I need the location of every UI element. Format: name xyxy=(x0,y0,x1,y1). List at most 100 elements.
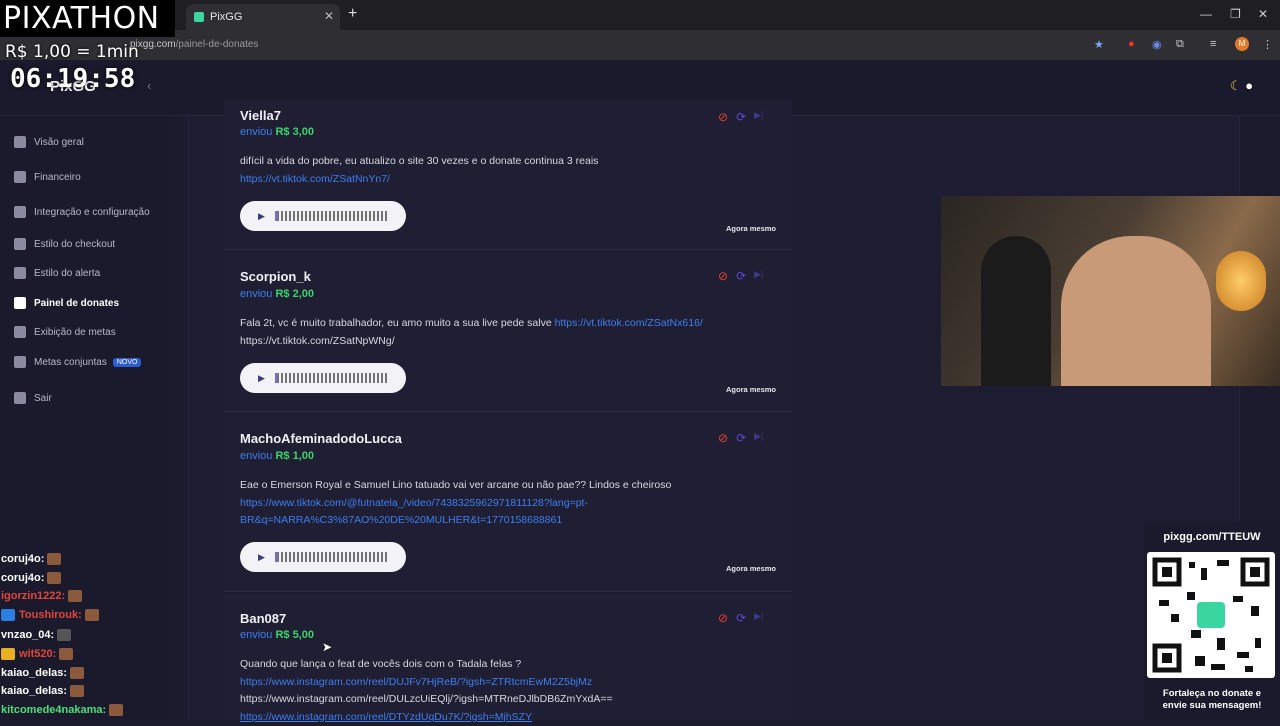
new-tab-icon[interactable]: + xyxy=(348,5,357,23)
theme-toggle-icon[interactable]: ☾ ● xyxy=(1230,78,1253,94)
sliders-icon xyxy=(14,206,26,218)
rocket-icon xyxy=(14,356,26,368)
extension-audio-icon[interactable]: ◉ xyxy=(1152,38,1162,51)
sidebar-item-estilo-checkout[interactable]: Estilo do checkout xyxy=(14,238,115,250)
donation-amount-line: enviou R$ 3,00 xyxy=(240,126,315,138)
emote-icon xyxy=(59,648,74,661)
donation-card: Viella7 ⊘ ⟳ ▶| enviou R$ 3,00 difícil a vi… xyxy=(224,100,792,250)
donation-card: Scorpion_k ⊘ ⟳ ▶| enviou R$ 2,00 Fala 2t, … xyxy=(224,251,792,412)
palette-icon xyxy=(14,238,26,250)
donation-message: Quando que lança o feat de vocês dois co… xyxy=(240,658,613,723)
block-icon[interactable]: ⊘ xyxy=(718,431,728,445)
message-link[interactable]: https://vt.tiktok.com/ZSatNnYn7/ xyxy=(240,173,390,185)
mouse-cursor-icon: ➤ xyxy=(322,640,333,654)
message-link[interactable]: https://www.instagram.com/reel/DTYzdUqDu… xyxy=(240,711,532,723)
donation-amount: R$ 3,00 xyxy=(275,126,315,138)
extension-record-icon[interactable]: ● xyxy=(1128,38,1135,50)
replay-icon[interactable]: ⟳ xyxy=(736,269,746,283)
donation-amount-line: enviou R$ 5,00 xyxy=(240,629,315,641)
skip-icon[interactable]: ▶| xyxy=(754,431,763,445)
logout-icon xyxy=(14,392,26,404)
qr-url: pixgg.com/TTEUW xyxy=(1163,531,1261,543)
emote-icon xyxy=(70,667,85,680)
event-title: PIXATHON xyxy=(0,0,175,37)
person-right xyxy=(1061,236,1211,386)
close-window-icon[interactable]: ✕ xyxy=(1258,7,1268,21)
replay-icon[interactable]: ⟳ xyxy=(736,110,746,124)
sidebar-item-estilo-alerta[interactable]: Estilo do alerta xyxy=(14,267,100,279)
donation-time: Agora mesmo xyxy=(725,385,776,394)
donation-amount: R$ 1,00 xyxy=(275,450,315,462)
waveform[interactable] xyxy=(274,373,387,383)
chat-line: kaiao_delas: xyxy=(1,667,85,680)
qr-panel: pixgg.com/TTEUW Fortaleça no donate e env… xyxy=(1144,522,1280,720)
emote-icon xyxy=(84,609,99,622)
url-text[interactable]: pixgg.com/painel-de-donates xyxy=(130,39,258,50)
play-icon[interactable]: ▶ xyxy=(258,373,265,384)
extensions-puzzle-icon[interactable]: ⧉ xyxy=(1176,38,1184,51)
qr-code xyxy=(1147,552,1275,678)
play-icon[interactable]: ▶ xyxy=(258,211,265,222)
sidebar-item-sair[interactable]: Sair xyxy=(14,392,52,404)
media-control-icon[interactable]: ≡ xyxy=(1210,38,1216,50)
donation-card: Ban087 ⊘ ⟳ ▶| enviou R$ 5,00 Quando que la… xyxy=(224,593,792,723)
replay-icon[interactable]: ⟳ xyxy=(736,611,746,625)
home-icon xyxy=(14,136,26,148)
chat-line: kitcomede4nakama: xyxy=(1,704,124,717)
message-link[interactable]: https://www.instagram.com/reel/DUJFv7HjR… xyxy=(240,676,592,688)
message-link[interactable]: BR&q=NARRA%C3%87AO%20DE%20MULHER&t=17701… xyxy=(240,514,562,526)
skip-icon[interactable]: ▶| xyxy=(754,269,763,283)
chat-line: kaiao_delas: xyxy=(1,685,85,698)
emote-icon xyxy=(109,704,124,717)
browser-menu-icon[interactable]: ⋮ xyxy=(1262,38,1273,51)
audio-player[interactable]: ▶ xyxy=(240,542,406,572)
sidebar-item-metas-conjuntas[interactable]: Metas conjuntas NOVO xyxy=(14,356,142,368)
bookmark-star-icon[interactable]: ★ xyxy=(1094,38,1104,51)
skip-icon[interactable]: ▶| xyxy=(754,611,763,625)
emote-icon xyxy=(70,685,85,698)
emote-icon xyxy=(57,629,72,642)
waveform[interactable] xyxy=(274,211,387,221)
donor-name: Viella7 xyxy=(240,108,281,123)
crown-badge-icon xyxy=(1,648,15,661)
emote-icon xyxy=(68,590,83,603)
restore-icon[interactable]: ❐ xyxy=(1230,7,1241,21)
close-tab-icon[interactable]: ✕ xyxy=(324,9,334,23)
audio-player[interactable]: ▶ xyxy=(240,201,406,231)
browser-tab[interactable]: PixGG ✕ xyxy=(186,4,340,30)
chat-line: coruj4o: xyxy=(1,553,62,566)
donation-time: Agora mesmo xyxy=(725,564,776,573)
sidebar-item-exibicao-metas[interactable]: Exibição de metas xyxy=(14,326,116,338)
donation-amount: R$ 2,00 xyxy=(275,288,315,300)
countdown-timer: 06:19:58 xyxy=(10,64,136,94)
replay-icon[interactable]: ⟳ xyxy=(736,431,746,445)
message-link[interactable]: https://www.tiktok.com/@futnatela_/video… xyxy=(240,497,588,509)
audio-player[interactable]: ▶ xyxy=(240,363,406,393)
play-icon[interactable]: ▶ xyxy=(258,552,265,563)
emote-icon xyxy=(47,572,62,585)
donation-amount-line: enviou R$ 2,00 xyxy=(240,288,315,300)
collapse-sidebar-icon[interactable]: ‹ xyxy=(147,78,151,93)
donation-card: MachoAfeminadodoLucca ⊘ ⟳ ▶| enviou R$ 1,0… xyxy=(224,413,792,592)
sidebar-item-painel-donates[interactable]: Painel de donates xyxy=(14,297,119,309)
message-link[interactable]: https://vt.tiktok.com/ZSatNx616/ xyxy=(555,317,703,329)
badge-icon xyxy=(1,609,15,622)
pixgg-favicon-icon xyxy=(194,12,204,22)
donation-amount: R$ 5,00 xyxy=(275,629,315,641)
minimize-icon[interactable]: — xyxy=(1200,7,1212,21)
donation-time: Agora mesmo xyxy=(725,224,776,233)
sidebar-item-visao-geral[interactable]: Visão geral xyxy=(14,136,84,148)
block-icon[interactable]: ⊘ xyxy=(718,110,728,124)
sidebar-item-financeiro[interactable]: Financeiro xyxy=(14,171,81,183)
skip-icon[interactable]: ▶| xyxy=(754,110,763,124)
chat-line: coruj4o: xyxy=(1,572,62,585)
waveform[interactable] xyxy=(274,552,387,562)
sidebar-item-integracao[interactable]: Integração e configuração xyxy=(14,206,150,218)
new-badge: NOVO xyxy=(112,357,142,367)
star-icon xyxy=(14,326,26,338)
profile-avatar[interactable]: M xyxy=(1235,37,1249,51)
donation-rate: R$ 1,00 = 1min xyxy=(5,42,139,62)
block-icon[interactable]: ⊘ xyxy=(718,611,728,625)
donor-name: MachoAfeminadodoLucca xyxy=(240,431,402,446)
block-icon[interactable]: ⊘ xyxy=(718,269,728,283)
